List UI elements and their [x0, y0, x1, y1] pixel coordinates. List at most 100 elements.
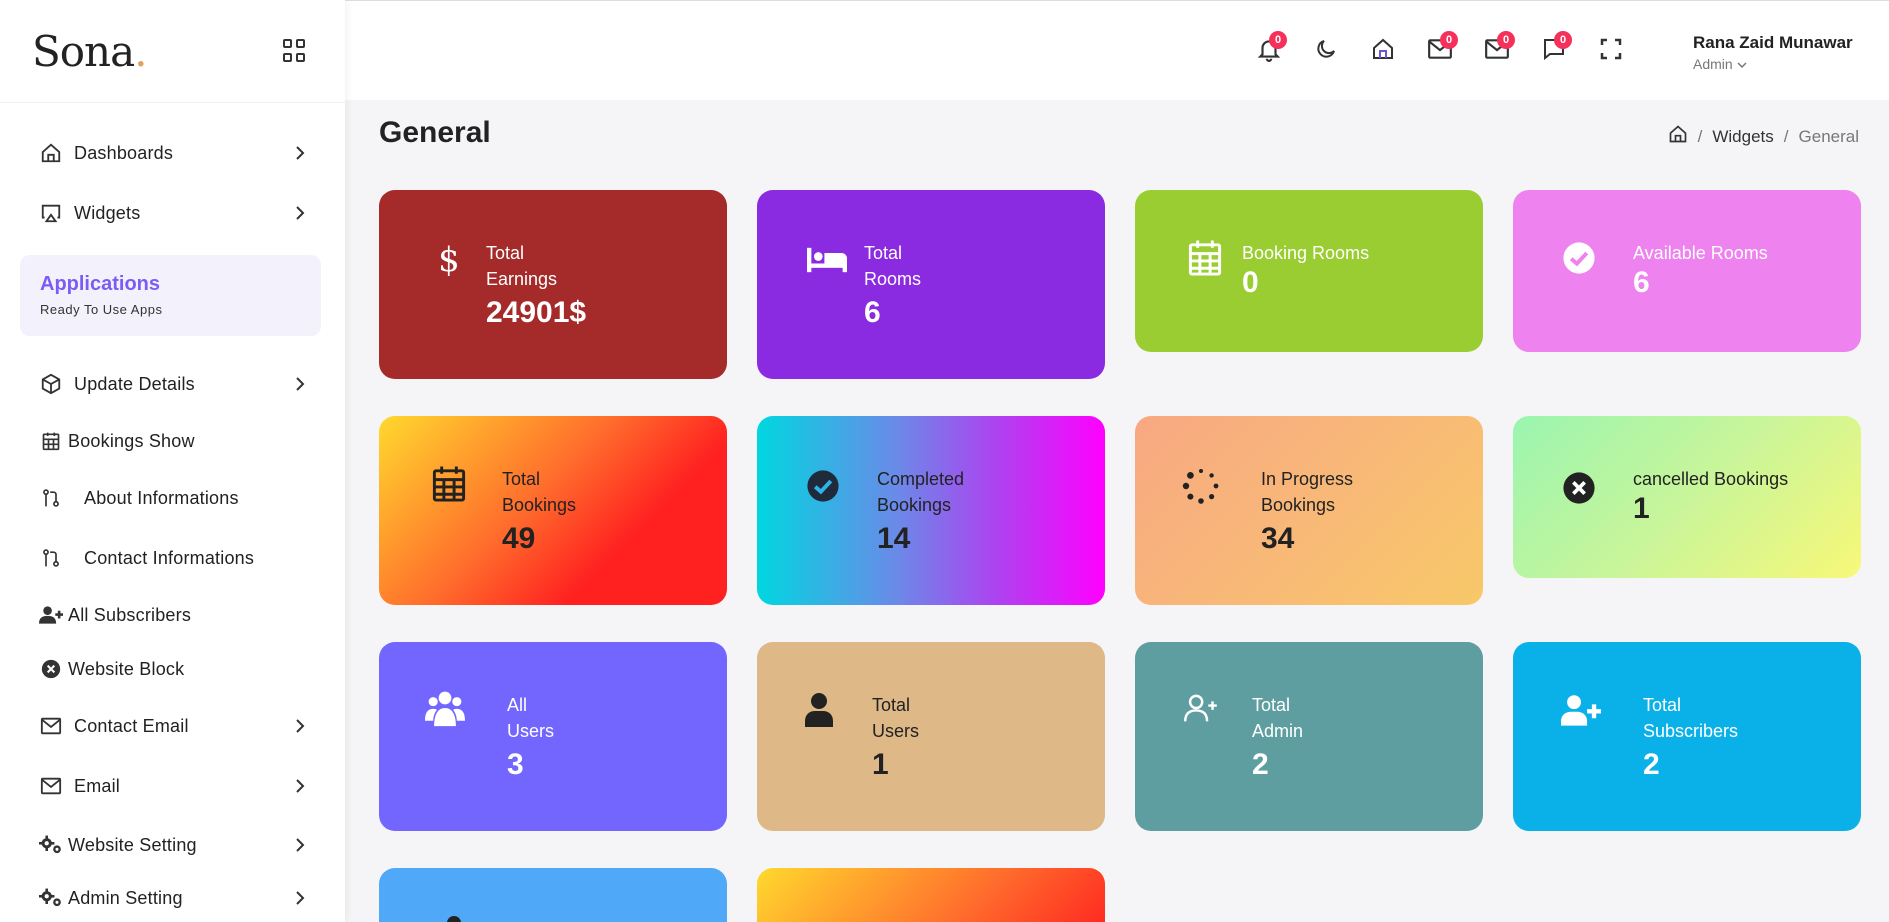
user-plus-icon	[1561, 690, 1601, 730]
sidebar-item-website-setting[interactable]: Website Setting	[0, 816, 345, 874]
chevron-right-icon	[293, 838, 307, 852]
card-label: Total Rooms	[864, 243, 922, 289]
card-completed-bookings[interactable]: Completed Bookings 14	[757, 416, 1105, 605]
sidebar-item-all-subscribers[interactable]: All Subscribers	[0, 588, 345, 642]
messages-badge: 0	[1554, 31, 1572, 49]
grid-menu-icon[interactable]	[283, 39, 307, 63]
users-icon	[425, 688, 465, 728]
breadcrumb-widgets[interactable]: Widgets	[1712, 127, 1773, 147]
card-label: In Progress Bookings	[1261, 469, 1354, 515]
applications-box[interactable]: Applications Ready To Use Apps	[20, 255, 321, 336]
chevron-down-icon	[1737, 56, 1747, 72]
breadcrumb-current: General	[1798, 126, 1859, 146]
card-available-rooms[interactable]: Available Rooms 6	[1513, 190, 1861, 352]
sidebar-item-label: Dashboards	[74, 142, 174, 163]
sidebar-item-label: Update Details	[74, 373, 195, 394]
sidebar-item-email[interactable]: Email	[0, 756, 345, 816]
sidebar-item-widgets[interactable]: Widgets	[0, 183, 345, 243]
logo[interactable]: Sona.	[32, 26, 148, 76]
card-in-progress-bookings[interactable]: In Progress Bookings 34	[1135, 416, 1483, 605]
sidebar-item-about-informations[interactable]: About Informations	[0, 468, 345, 528]
applications-title: Applications	[40, 273, 161, 295]
logo-text: Sona	[32, 26, 135, 76]
card-label: Booking Rooms	[1242, 243, 1370, 263]
applications-subtitle: Ready To Use Apps	[40, 302, 163, 317]
breadcrumb-separator: /	[1697, 126, 1703, 146]
fullscreen-button[interactable]	[1582, 31, 1639, 71]
mail-button[interactable]: 0	[1411, 31, 1468, 71]
chevron-right-icon	[293, 206, 307, 220]
card-value: 6	[1633, 266, 1650, 299]
top-header: 0 0 0 0 Rana Zaid Munawar Admin	[345, 0, 1889, 100]
spinner-icon	[1181, 466, 1221, 506]
sidebar-item-contact-informations[interactable]: Contact Informations	[0, 528, 345, 588]
user-icon	[799, 690, 839, 730]
dollar-icon: $	[438, 240, 460, 280]
mail-button-2[interactable]: 0	[1468, 31, 1525, 71]
sidebar-item-admin-setting[interactable]: Admin Setting	[0, 874, 345, 922]
card-total-bookings[interactable]: Total Bookings 49	[379, 416, 727, 605]
page-title: General	[379, 116, 491, 149]
box-icon	[38, 371, 64, 397]
card-label: cancelled Bookings	[1633, 469, 1789, 489]
sidebar-item-label: Website Setting	[68, 834, 197, 855]
gears-icon	[38, 832, 64, 858]
card-value: 1	[872, 748, 889, 781]
card-value: 3	[507, 748, 524, 781]
messages-button[interactable]: 0	[1525, 31, 1582, 71]
sidebar-item-dashboards[interactable]: Dashboards	[0, 123, 345, 183]
chevron-right-icon	[293, 146, 307, 160]
card-booking-rooms[interactable]: Booking Rooms 0	[1135, 190, 1483, 352]
card-total-earnings[interactable]: $ Total Earnings 24901$	[379, 190, 727, 379]
gears-icon	[38, 885, 64, 911]
sidebar-item-website-block[interactable]: Website Block	[0, 642, 345, 696]
user-profile[interactable]: Rana Zaid Munawar Admin	[1693, 33, 1853, 72]
sidebar-item-label: Admin Setting	[68, 887, 183, 908]
card-value: 34	[1261, 522, 1295, 555]
notifications-button[interactable]: 0	[1240, 31, 1297, 71]
sidebar-item-label: About Informations	[84, 487, 239, 508]
card-value: 14	[877, 522, 911, 555]
calendar-icon	[38, 428, 64, 454]
card-value: 49	[502, 522, 536, 555]
card-total-subscribers[interactable]: Total Subscribers 2	[1513, 642, 1861, 831]
brand-bar: Sona.	[0, 0, 345, 103]
card-total-admin[interactable]: Total Admin 2	[1135, 642, 1483, 831]
breadcrumb: / Widgets / General	[1668, 124, 1859, 149]
card-total-rooms[interactable]: Total Rooms 6	[757, 190, 1105, 379]
sidebar-item-update-details[interactable]: Update Details	[0, 354, 345, 414]
home-button[interactable]	[1354, 31, 1411, 71]
card-total-users[interactable]: Total Users 1	[757, 642, 1105, 831]
sidebar-item-label: Contact Email	[74, 715, 189, 736]
card-partial-icon	[447, 916, 461, 922]
card-label: Completed Bookings	[877, 469, 965, 515]
sidebar-item-label: Bookings Show	[68, 430, 195, 451]
user-name: Rana Zaid Munawar	[1693, 33, 1853, 52]
git-pull-icon	[38, 545, 64, 571]
sidebar-item-label: Website Block	[68, 658, 185, 679]
chevron-right-icon	[293, 891, 307, 905]
x-circle-icon	[1559, 468, 1599, 508]
home-icon[interactable]	[1668, 124, 1688, 149]
dark-mode-toggle[interactable]	[1297, 31, 1354, 71]
mail-badge: 0	[1440, 31, 1458, 49]
card-label: Total Subscribers	[1643, 695, 1739, 741]
card-label: All Users	[507, 695, 555, 741]
user-role-label: Admin	[1693, 56, 1733, 72]
card-cancelled-bookings[interactable]: cancelled Bookings 1	[1513, 416, 1861, 578]
card-value: 2	[1643, 748, 1660, 781]
card-partial-blue[interactable]	[379, 868, 727, 922]
sidebar-item-bookings-show[interactable]: Bookings Show	[0, 414, 345, 468]
card-label: Total Admin	[1252, 695, 1304, 741]
mail-icon	[38, 773, 64, 799]
card-all-users[interactable]: All Users 3	[379, 642, 727, 831]
header-icons: 0 0 0 0	[1240, 31, 1639, 71]
airplay-icon	[38, 200, 64, 226]
sidebar-item-contact-email[interactable]: Contact Email	[0, 696, 345, 756]
card-partial-gradient[interactable]	[757, 868, 1105, 922]
user-plus-icon	[1181, 688, 1221, 728]
calendar-icon	[1185, 238, 1225, 278]
mail-icon	[38, 713, 64, 739]
chevron-right-icon	[293, 779, 307, 793]
chevron-right-icon	[293, 719, 307, 733]
